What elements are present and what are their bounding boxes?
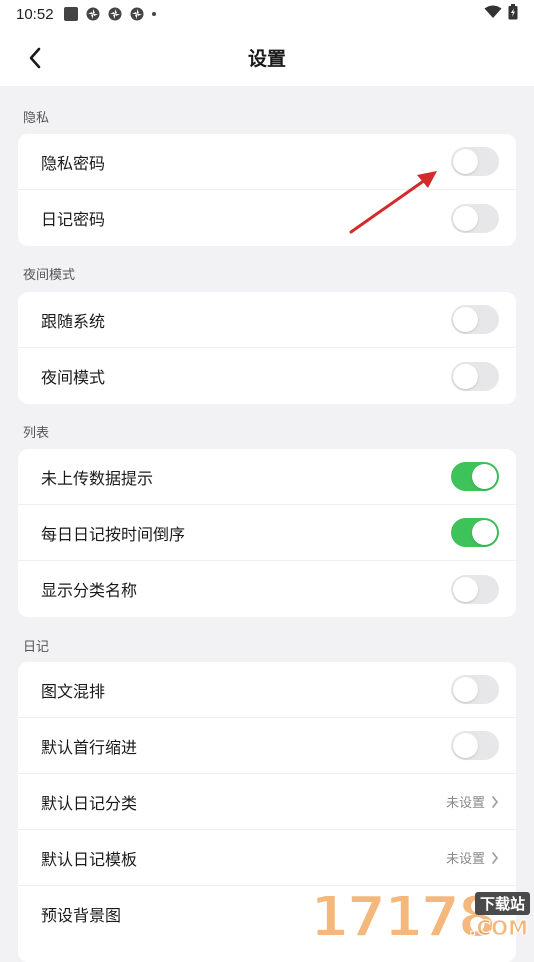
row-preset-background[interactable]: 预设背景图 xyxy=(18,886,516,942)
pinwheel-icon xyxy=(108,7,122,21)
toggle-knob xyxy=(453,149,478,174)
section-label-night-mode: 夜间模式 xyxy=(23,268,76,283)
row-night-mode[interactable]: 夜间模式 xyxy=(18,348,516,404)
row-label: 默认日记分类 xyxy=(41,793,138,813)
chevron-right-icon xyxy=(492,795,499,808)
row-label: 隐私密码 xyxy=(41,153,106,173)
battery-charging-icon xyxy=(508,4,518,24)
reverse-order-toggle[interactable] xyxy=(451,518,499,547)
pinwheel-icon xyxy=(130,7,144,21)
row-privacy-password[interactable]: 隐私密码 xyxy=(18,134,516,190)
toggle-knob xyxy=(453,363,478,389)
toggle-knob xyxy=(472,520,497,545)
header: 设置 xyxy=(0,28,534,86)
status-bar: 10:52 xyxy=(0,0,534,28)
unuploaded-hint-toggle[interactable] xyxy=(451,462,499,491)
first-line-indent-toggle[interactable] xyxy=(451,731,499,760)
section-label-privacy: 隐私 xyxy=(23,111,50,126)
status-notification-icons xyxy=(63,7,156,21)
card-night-mode: 跟随系统 夜间模式 xyxy=(18,292,516,404)
diary-password-toggle[interactable] xyxy=(451,203,499,233)
chevron-left-icon xyxy=(29,47,41,69)
row-label: 每日日记按时间倒序 xyxy=(41,524,186,544)
row-first-line-indent[interactable]: 默认首行缩进 xyxy=(18,718,516,774)
row-label: 日记密码 xyxy=(41,210,106,229)
row-value-text: 未设置 xyxy=(445,852,485,867)
default-category-value: 未设置 xyxy=(446,792,499,811)
section-label-diary: 日记 xyxy=(23,640,50,655)
row-diary-password[interactable]: 日记密码 xyxy=(18,190,516,246)
row-default-category[interactable]: 默认日记分类 未设置 xyxy=(18,774,516,830)
status-right-icons xyxy=(484,4,518,24)
row-label: 显示分类名称 xyxy=(41,581,138,600)
chevron-right-icon xyxy=(492,851,499,864)
row-label: 默认日记模板 xyxy=(41,849,138,869)
mixed-layout-toggle[interactable] xyxy=(451,675,499,704)
card-privacy: 隐私密码 日记密码 xyxy=(18,134,516,246)
section-label-list: 列表 xyxy=(23,426,50,441)
row-label: 夜间模式 xyxy=(41,368,106,387)
row-mixed-layout[interactable]: 图文混排 xyxy=(18,662,516,718)
row-follow-system[interactable]: 跟随系统 xyxy=(18,292,516,348)
row-label: 默认首行缩进 xyxy=(41,737,138,757)
follow-system-toggle[interactable] xyxy=(451,305,499,334)
card-list: 未上传数据提示 每日日记按时间倒序 显示分类名称 xyxy=(18,449,516,617)
app-square-icon xyxy=(63,7,78,21)
row-label: 图文混排 xyxy=(41,681,106,701)
row-default-template[interactable]: 默认日记模板 未设置 xyxy=(18,830,516,886)
row-unuploaded-hint[interactable]: 未上传数据提示 xyxy=(18,449,516,505)
row-label: 预设背景图 xyxy=(41,906,122,925)
row-show-category-name[interactable]: 显示分类名称 xyxy=(18,561,516,617)
card-diary: 图文混排 默认首行缩进 默认日记分类 未设置 默认日记模板 未设置 预设背景图 xyxy=(18,662,516,962)
toggle-knob xyxy=(453,733,478,758)
status-time: 10:52 xyxy=(16,5,54,23)
dot-icon xyxy=(151,12,156,16)
row-value-text: 未设置 xyxy=(445,796,485,811)
page-title: 设置 xyxy=(247,47,286,70)
wifi-icon xyxy=(484,5,502,23)
pinwheel-icon xyxy=(86,7,100,21)
default-template-value: 未设置 xyxy=(446,848,499,867)
row-label: 未上传数据提示 xyxy=(41,468,154,488)
show-category-name-toggle[interactable] xyxy=(451,574,499,604)
privacy-password-toggle[interactable] xyxy=(451,147,499,176)
toggle-knob xyxy=(453,307,478,332)
back-button[interactable] xyxy=(22,45,48,71)
toggle-knob xyxy=(453,205,478,231)
night-mode-toggle[interactable] xyxy=(451,361,499,391)
toggle-knob xyxy=(453,576,478,602)
row-reverse-order[interactable]: 每日日记按时间倒序 xyxy=(18,505,516,561)
row-label: 跟随系统 xyxy=(41,311,106,331)
toggle-knob xyxy=(472,464,497,489)
toggle-knob xyxy=(453,677,478,702)
